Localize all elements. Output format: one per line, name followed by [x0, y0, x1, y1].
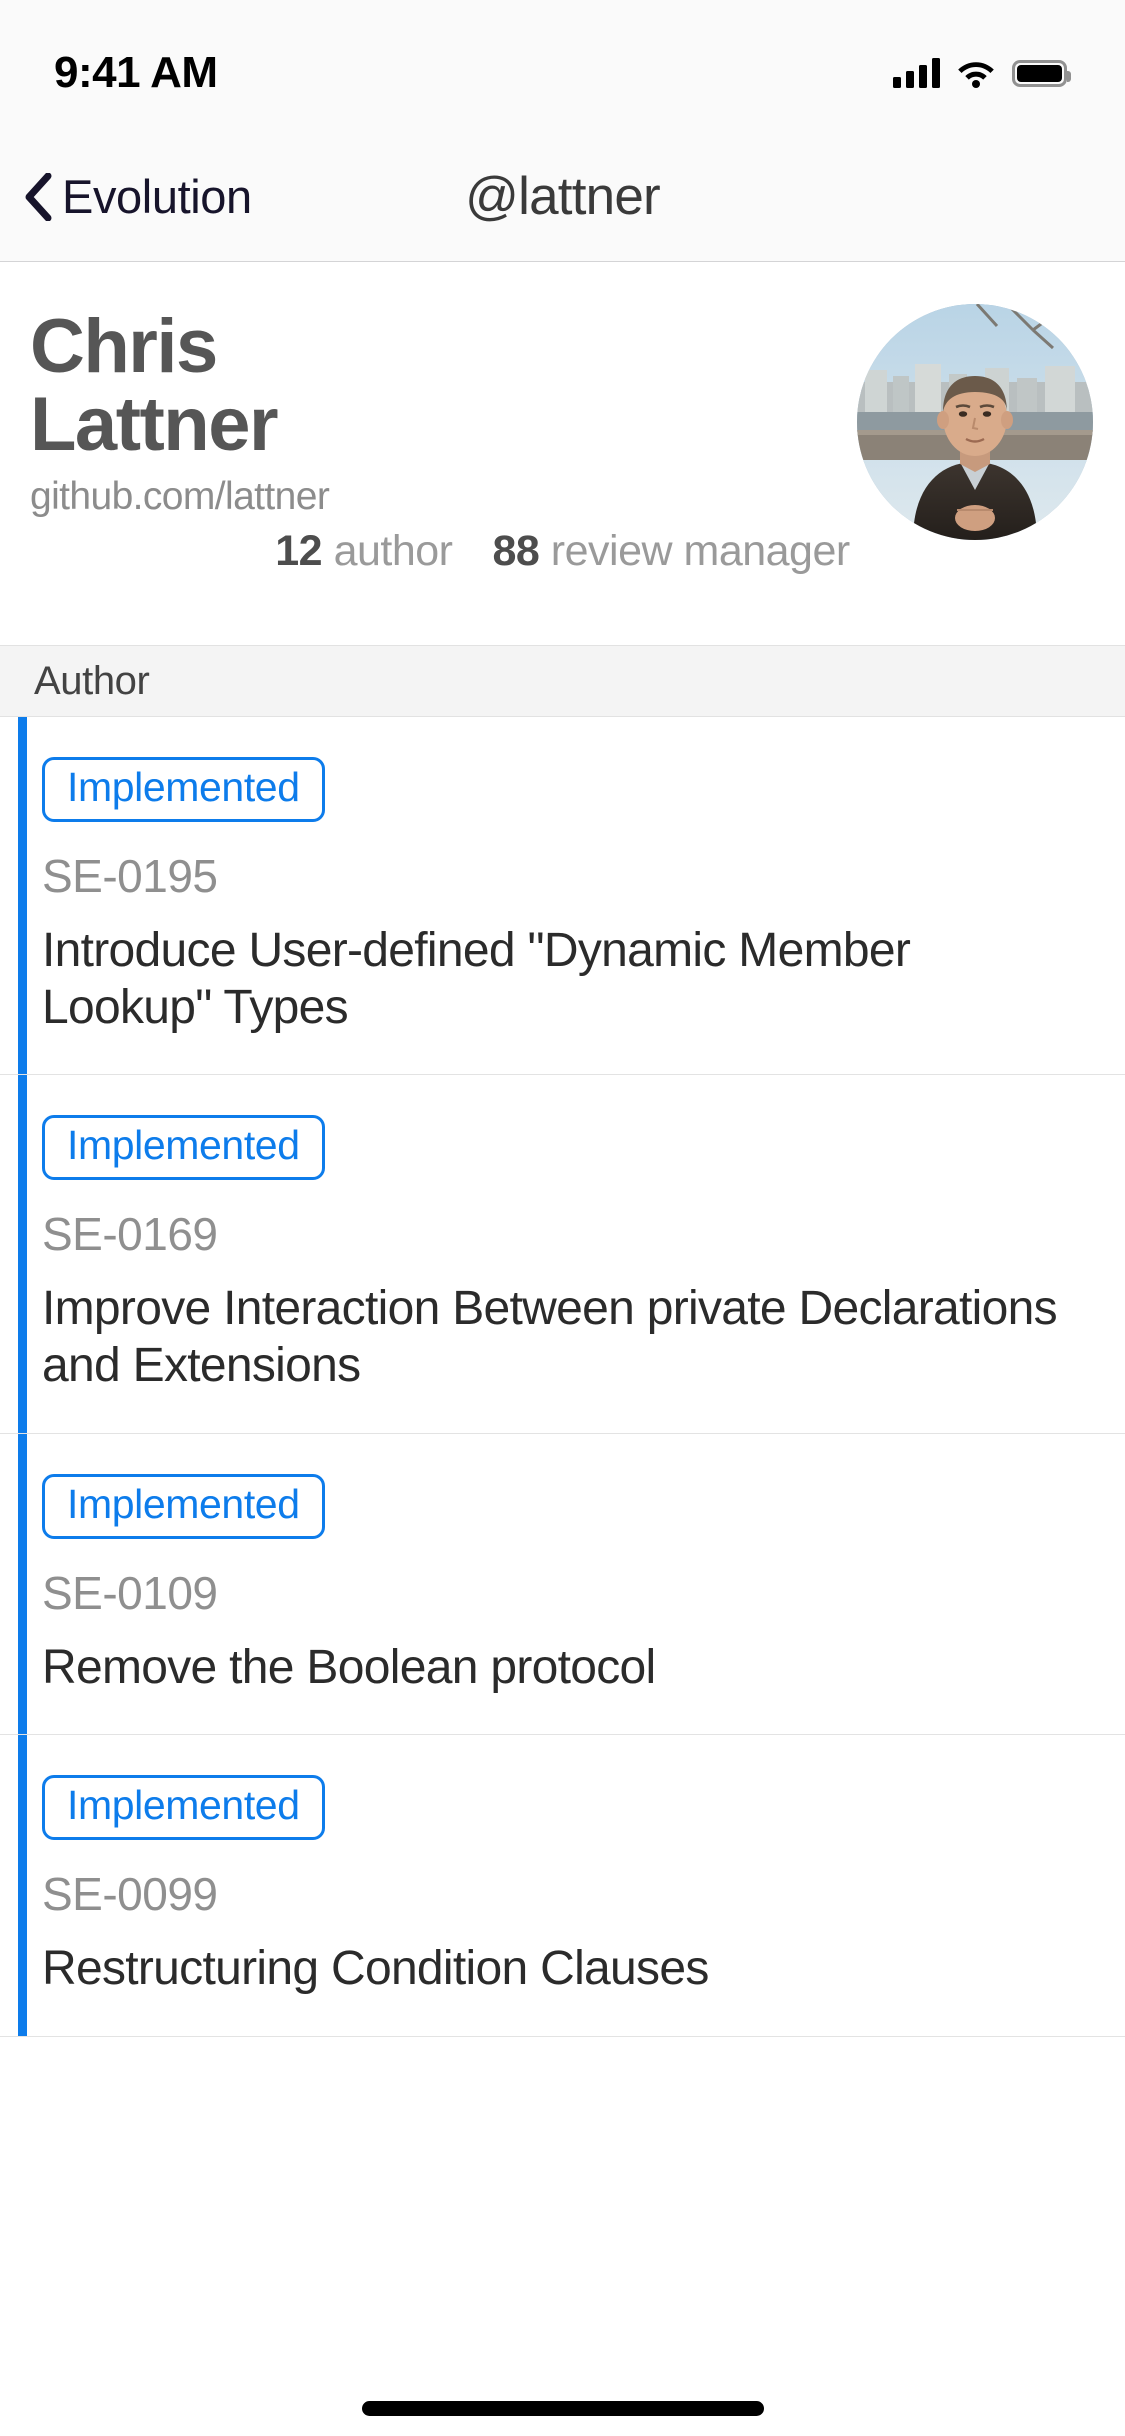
profile-url[interactable]: github.com/lattner — [30, 475, 470, 519]
section-header-author: Author — [0, 645, 1125, 717]
stat-author-count: 12 — [275, 527, 323, 576]
profile-header: Chris Lattner github.com/lattner 12 auth… — [0, 262, 1125, 645]
status-badge: Implemented — [42, 1775, 325, 1841]
stat-review-manager-count: 88 — [492, 527, 540, 576]
proposal-title: Remove the Boolean protocol — [42, 1640, 656, 1694]
stat-review-manager-label: review manager — [550, 527, 850, 576]
profile-name-block: Chris Lattner github.com/lattner — [0, 308, 470, 519]
avatar — [857, 304, 1093, 540]
stat-review-manager: 88 review manager — [492, 527, 851, 576]
table-row[interactable]: Implemented SE-0109 Remove the Boolean p… — [0, 1433, 1125, 1736]
proposal-id: SE-0109 — [42, 1566, 218, 1619]
table-row[interactable]: Implemented SE-0195 Introduce User-defin… — [0, 717, 1125, 1076]
table-row[interactable]: Implemented SE-0169 Improve Interaction … — [0, 1075, 1125, 1434]
table-row[interactable]: Implemented SE-0099 Restructuring Condit… — [0, 1735, 1125, 2037]
stat-author-label: author — [333, 527, 453, 576]
wifi-icon — [958, 61, 994, 88]
proposal-id: SE-0195 — [42, 850, 218, 902]
proposal-title: Improve Interaction Between private Decl… — [42, 1282, 1058, 1392]
navigation-bar: Evolution @lattner — [0, 132, 1125, 262]
home-indicator[interactable] — [361, 2401, 764, 2416]
status-bar: 9:41 AM — [0, 0, 1125, 132]
proposal-id: SE-0099 — [42, 1868, 218, 1921]
status-bar-time: 9:41 AM — [54, 48, 218, 97]
status-badge: Implemented — [42, 1115, 325, 1181]
cellular-signal-icon — [893, 58, 940, 88]
avatar-photo — [857, 304, 1093, 540]
status-bar-indicators — [893, 58, 1071, 88]
chevron-left-icon — [25, 172, 52, 221]
status-badge: Implemented — [42, 757, 325, 822]
profile-name: Chris Lattner — [30, 304, 279, 467]
status-badge: Implemented — [42, 1473, 325, 1539]
proposal-title: Restructuring Condition Clauses — [42, 1942, 709, 1996]
proposal-title: Introduce User-defined "Dynamic Member L… — [42, 924, 911, 1034]
battery-icon — [1012, 59, 1071, 87]
proposal-id: SE-0169 — [42, 1208, 218, 1261]
stat-author: 12 author — [275, 527, 453, 576]
proposal-list: Implemented SE-0195 Introduce User-defin… — [0, 717, 1125, 2037]
back-button-label: Evolution — [62, 170, 252, 223]
back-button[interactable]: Evolution — [0, 132, 252, 261]
